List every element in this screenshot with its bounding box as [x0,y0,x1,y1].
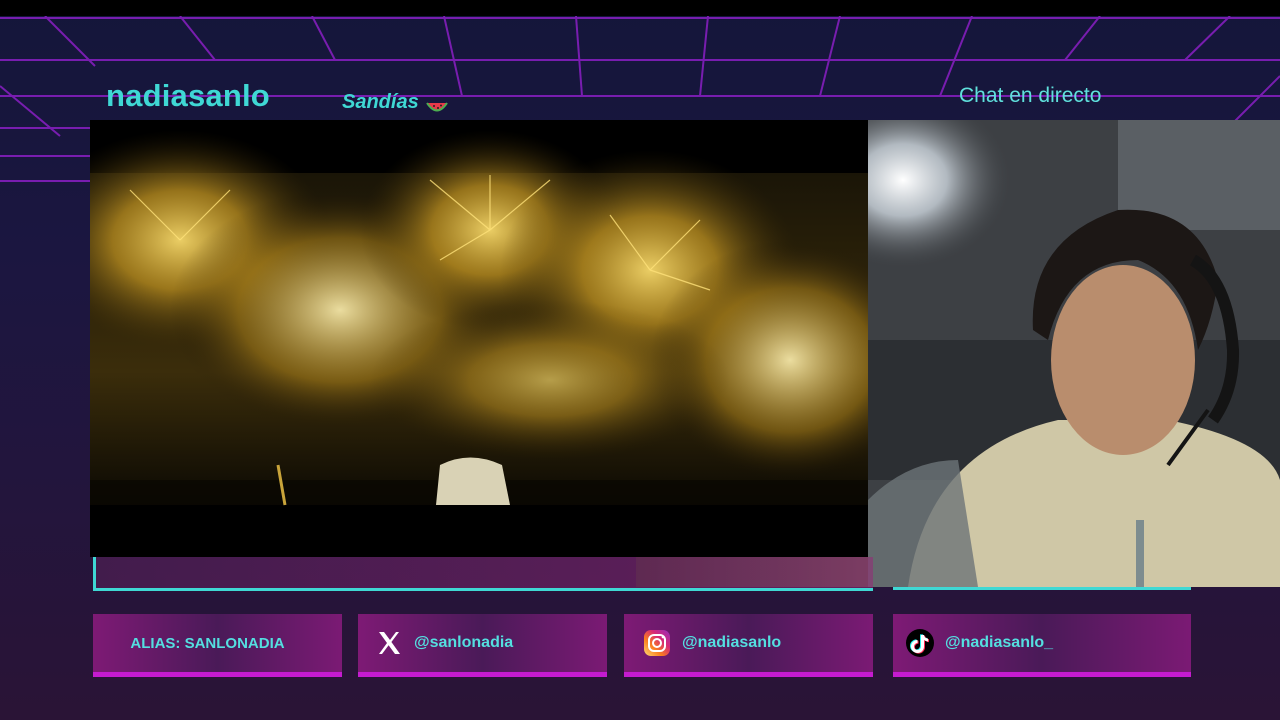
tagline-text: Sandías [342,91,419,113]
tiktok-social-card[interactable]: @nadiasanlo_ [893,614,1191,677]
video-player[interactable] [90,120,868,557]
x-social-card[interactable]: @sanlonadia [358,614,607,677]
tiktok-handle: @nadiasanlo_ [945,634,1054,651]
channel-name: nadiasanlo [106,78,270,113]
video-frame-border [93,557,873,591]
chat-title: Chat en directo [959,84,1102,107]
instagram-icon [642,628,672,658]
streamer-camera [868,120,1280,587]
channel-tagline: Sandías [342,91,449,114]
watermelon-icon [426,97,449,112]
alias-text: ALIAS: SANLONADIA [130,634,285,652]
instagram-handle: @nadiasanlo [682,634,782,651]
fireworks-scene [90,130,868,506]
top-black-bar [0,0,1280,16]
tiktok-icon [905,628,935,658]
x-handle: @sanlonadia [414,634,514,651]
alias-card: ALIAS: SANLONADIA [93,614,342,677]
webcam-feed [868,120,1280,587]
x-logo-icon [374,628,404,658]
instagram-social-card[interactable]: @nadiasanlo [624,614,873,677]
webcam-frame-border [893,587,1191,590]
